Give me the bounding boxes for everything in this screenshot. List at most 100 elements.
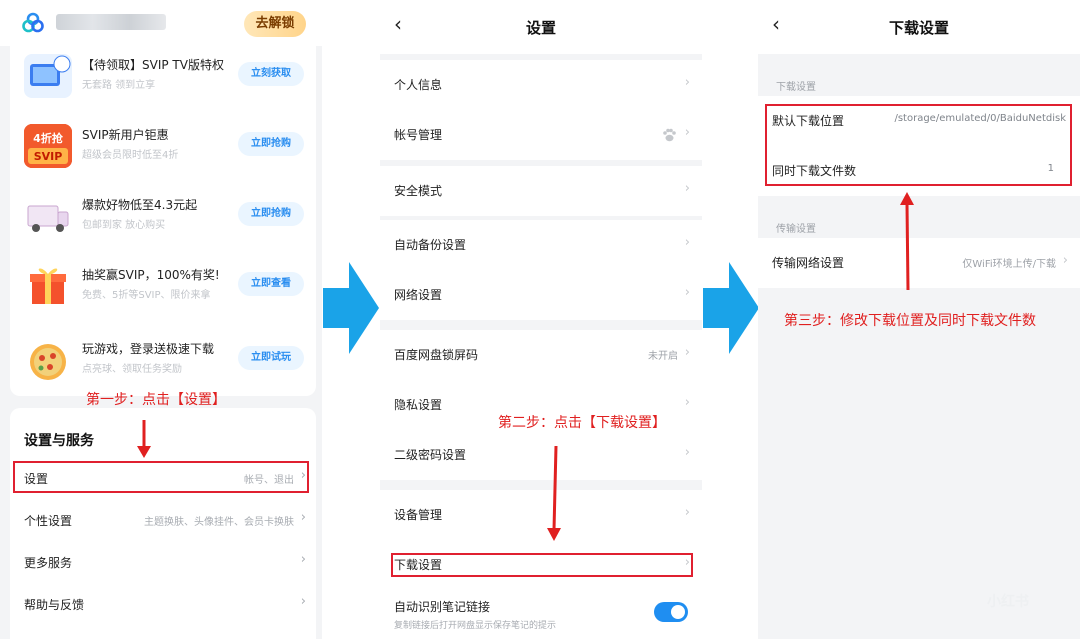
promo-subtitle: 点亮球、领取任务奖励 <box>82 364 182 375</box>
settings-row-devices[interactable]: 设备管理 › <box>380 490 702 540</box>
promo-action-button[interactable]: 立即查看 <box>238 272 304 296</box>
flow-arrow-right-icon <box>323 262 379 354</box>
annotation-arrow-up-icon <box>900 192 914 291</box>
row-label: 二级密码设置 <box>394 448 467 462</box>
paw-icon <box>663 128 676 142</box>
promo-action-button[interactable]: 立即抢购 <box>238 132 304 156</box>
chevron-right-icon: › <box>684 505 690 520</box>
page-title: 设置 <box>525 19 556 37</box>
username-blurred <box>56 14 166 30</box>
chevron-right-icon: › <box>300 510 306 525</box>
chevron-right-icon: › <box>684 235 690 250</box>
section-title: 设置与服务 <box>24 433 94 449</box>
settings-group: 百度网盘锁屏码 未开启 › 隐私设置 › 二级密码设置 › <box>380 330 702 480</box>
tv-thumb-icon <box>24 54 72 98</box>
profile-screen: 去解锁 【待领取】SVIP TV版特权 无套路 领到立享 立刻获取 4折抢 SVI… <box>0 0 322 639</box>
promo-action-button[interactable]: 立即试玩 <box>238 346 304 370</box>
settings-screen: ‹ 设置 个人信息 › 帐号管理 › 安全模式 › 自动备份设置 › 网络设置 … <box>380 0 702 639</box>
promo-action-button[interactable]: 立即抢购 <box>238 202 304 226</box>
promo-title: 抽奖赢SVIP，100%有奖! <box>82 268 220 282</box>
step2-annotation: 第二步：点击【下载设置】 <box>498 415 666 431</box>
row-value: 仅WiFi环境上传/下载 <box>962 259 1056 270</box>
baidu-netdisk-logo <box>22 12 44 33</box>
row-label: 百度网盘锁屏码 <box>394 348 479 362</box>
row-label: 个人信息 <box>394 78 443 92</box>
settings-group: 自动备份设置 › 网络设置 › <box>380 220 702 320</box>
promo-title: 【待领取】SVIP TV版特权 <box>82 58 224 72</box>
profile-header: 去解锁 <box>0 0 322 46</box>
list-item[interactable]: 玩游戏，登录送极速下载 点亮球、领取任务奖励 立即试玩 <box>10 334 316 394</box>
section-header: 下载设置 <box>776 82 816 93</box>
more-services-row[interactable]: 更多服务 › <box>10 542 316 582</box>
chevron-right-icon: › <box>684 75 690 90</box>
chevron-right-icon: › <box>684 181 690 196</box>
settings-row-note-links: 自动识别笔记链接 复制链接后打开网盘显示保存笔记的提示 <box>380 588 702 638</box>
transfer-network-row[interactable]: 传输网络设置 仅WiFi环境上传/下载 › <box>758 238 1080 288</box>
row-label: 设备管理 <box>394 508 443 522</box>
gift-box-thumb-icon <box>24 264 72 308</box>
chevron-right-icon: › <box>684 445 690 460</box>
promo-list: 【待领取】SVIP TV版特权 无套路 领到立享 立刻获取 4折抢 SVIP SV… <box>10 44 316 396</box>
note-link-toggle[interactable] <box>654 602 688 622</box>
nav-bar: ‹ 设置 <box>380 0 702 54</box>
row-label: 网络设置 <box>394 288 443 302</box>
help-feedback-row[interactable]: 帮助与反馈 › <box>10 584 316 624</box>
settings-row-lock-screen[interactable]: 百度网盘锁屏码 未开启 › <box>380 330 702 380</box>
list-item[interactable]: 4折抢 SVIP SVIP新用户钜惠 超级会员限时低至4折 立即抢购 <box>10 120 316 180</box>
svg-text:SVIP: SVIP <box>34 150 63 163</box>
settings-row-secondary-password[interactable]: 二级密码设置 › <box>380 430 702 480</box>
row-value: 未开启 <box>648 351 678 362</box>
annotation-arrow-down-icon <box>137 420 151 458</box>
chevron-right-icon: › <box>300 552 306 567</box>
row-subtitle: 复制链接后打开网盘显示保存笔记的提示 <box>394 621 557 631</box>
settings-row-auto-backup[interactable]: 自动备份设置 › <box>380 220 702 270</box>
chevron-right-icon: › <box>684 125 690 140</box>
watermark-logo: 小红书 <box>987 594 1029 610</box>
settings-row-safe-mode[interactable]: 安全模式 › <box>380 166 702 216</box>
promo-title: SVIP新用户钜惠 <box>82 128 169 142</box>
list-item[interactable]: 【待领取】SVIP TV版特权 无套路 领到立享 立刻获取 <box>10 50 316 110</box>
promo-title: 爆款好物低至4.3元起 <box>82 198 198 212</box>
settings-row-network[interactable]: 网络设置 › <box>380 270 702 320</box>
step1-annotation: 第一步：点击【设置】 <box>86 392 226 408</box>
unlock-button[interactable]: 去解锁 <box>244 11 306 37</box>
chevron-right-icon: › <box>684 395 690 410</box>
chevron-right-icon: › <box>300 594 306 609</box>
download-settings-screen: ‹ 下载设置 下载设置 默认下载位置 /storage/emulated/0/B… <box>758 0 1080 639</box>
settings-row-personal-info[interactable]: 个人信息 › <box>380 60 702 110</box>
nav-bar: ‹ 下载设置 <box>758 0 1080 54</box>
chevron-right-icon: › <box>684 345 690 360</box>
step3-annotation: 第三步：修改下载位置及同时下载文件数 <box>784 313 1036 329</box>
download-options-highlight-box <box>765 104 1072 186</box>
promo-title: 玩游戏，登录送极速下载 <box>82 342 215 356</box>
flow-arrow-right-icon <box>703 262 759 354</box>
chevron-right-icon: › <box>1062 253 1068 268</box>
chevron-right-icon: › <box>684 285 690 300</box>
settings-services-card: 设置与服务 设置 帐号、退出 › 个性设置 主题换肤、头像挂件、会员卡换肤 › … <box>10 408 316 639</box>
personalize-row[interactable]: 个性设置 主题换肤、头像挂件、会员卡换肤 › <box>10 500 316 540</box>
promo-subtitle: 无套路 领到立享 <box>82 80 156 91</box>
row-label: 自动识别笔记链接 <box>394 600 491 614</box>
section-header: 传输设置 <box>776 224 816 235</box>
transfer-settings-group: 传输网络设置 仅WiFi环境上传/下载 › <box>758 238 1080 288</box>
row-label: 个性设置 <box>24 514 73 528</box>
annotation-arrow-down-icon <box>547 446 561 541</box>
row-label: 自动备份设置 <box>394 238 467 252</box>
row-label: 帐号管理 <box>394 128 443 142</box>
settings-group: 安全模式 › <box>380 166 702 216</box>
settings-group: 个人信息 › 帐号管理 › <box>380 60 702 160</box>
settings-row-account[interactable]: 帐号管理 › <box>380 110 702 160</box>
promo-subtitle: 超级会员限时低至4折 <box>82 150 179 161</box>
pizza-game-thumb-icon <box>24 338 72 382</box>
promo-action-button[interactable]: 立刻获取 <box>238 62 304 86</box>
row-label: 传输网络设置 <box>772 256 845 270</box>
row-value: 主题换肤、头像挂件、会员卡换肤 <box>144 517 294 528</box>
download-settings-highlight-box <box>391 553 693 577</box>
list-item[interactable]: 抽奖赢SVIP，100%有奖! 免费、5折等SVIP、限价来拿 立即查看 <box>10 260 316 320</box>
svip-discount-thumb-icon: 4折抢 SVIP <box>24 124 72 168</box>
settings-highlight-box <box>13 461 309 493</box>
delivery-van-thumb-icon <box>24 194 72 238</box>
row-label: 隐私设置 <box>394 398 443 412</box>
row-label: 帮助与反馈 <box>24 598 85 612</box>
list-item[interactable]: 爆款好物低至4.3元起 包邮到家 放心购买 立即抢购 <box>10 190 316 250</box>
